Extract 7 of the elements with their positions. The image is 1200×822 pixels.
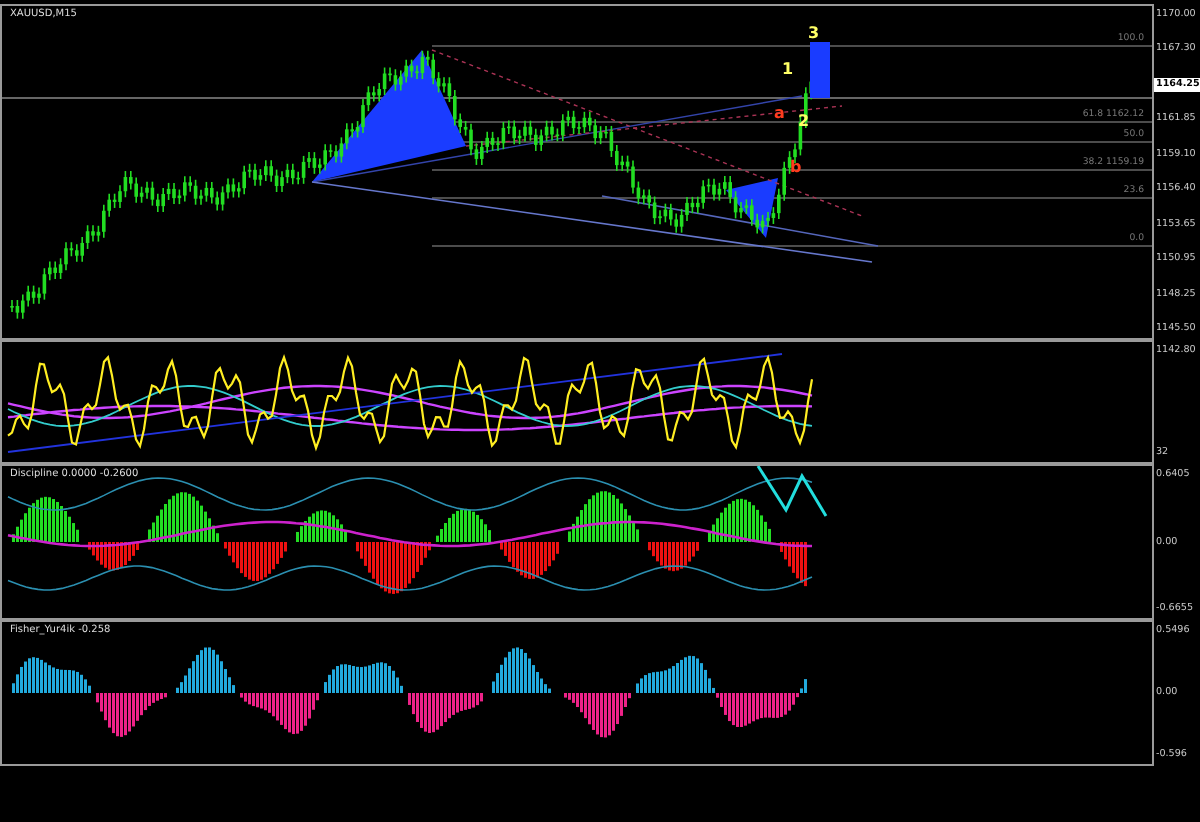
wave-label: 3 — [808, 24, 820, 42]
zigzag-line — [756, 466, 828, 517]
wave-label: 2 — [798, 112, 810, 130]
target-zone-box — [810, 42, 830, 98]
wave-label: a — [774, 104, 785, 122]
wave-label: 1 — [782, 60, 794, 78]
wave-label: b — [790, 158, 802, 176]
